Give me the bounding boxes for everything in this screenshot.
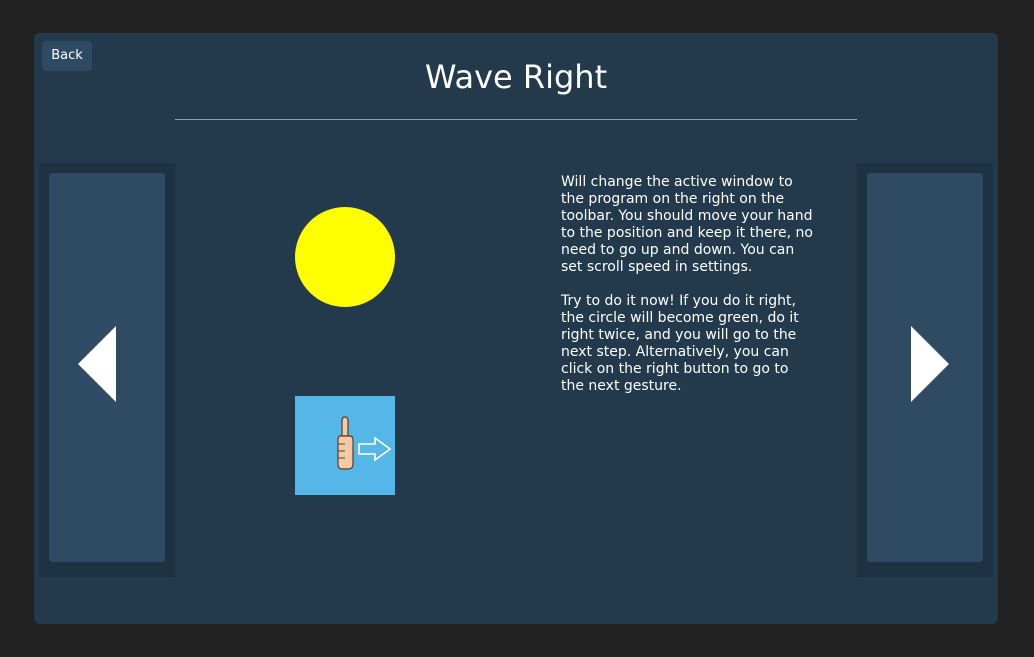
- gesture-description: Will change the active window to the pro…: [561, 174, 813, 412]
- page-title: Wave Right: [424, 58, 608, 96]
- triangle-left-icon: [78, 326, 116, 402]
- previous-gesture-button[interactable]: [49, 173, 165, 562]
- status-circle: [295, 207, 395, 307]
- thumbs-up-arrow-right-icon: [337, 416, 392, 470]
- description-paragraph: Try to do it now! If you do it right, th…: [561, 293, 799, 394]
- app-window: Back Wave Right Will change the active w…: [34, 33, 998, 624]
- previous-panel: [39, 163, 175, 577]
- next-panel: [857, 163, 993, 577]
- title-divider: [175, 119, 857, 120]
- gesture-image: [295, 396, 395, 495]
- description-paragraph: Will change the active window to the pro…: [561, 174, 813, 275]
- next-gesture-button[interactable]: [867, 173, 983, 562]
- triangle-right-icon: [911, 326, 949, 402]
